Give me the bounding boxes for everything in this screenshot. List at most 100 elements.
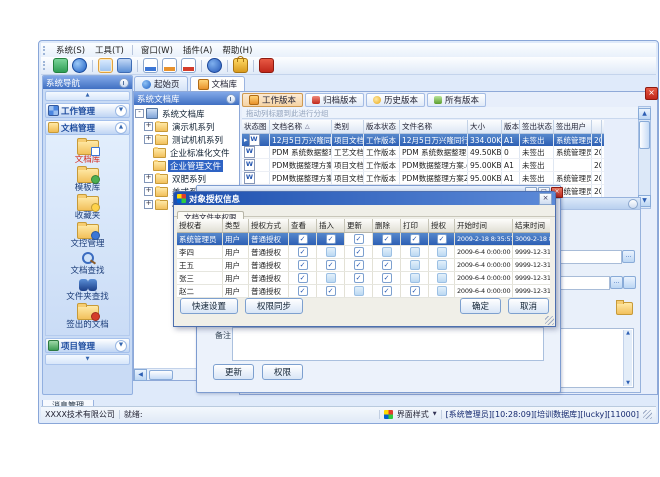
- folder-open-icon[interactable]: [98, 58, 113, 73]
- sidebar-item-文档库[interactable]: 文档库: [46, 140, 129, 165]
- tree-root[interactable]: -系统文档库: [135, 107, 238, 120]
- sidebar-group-工作管理[interactable]: 工作管理▼: [45, 103, 130, 118]
- doc-mail-icon[interactable]: [162, 58, 177, 73]
- ellipsis-button[interactable]: …: [622, 250, 635, 263]
- column-header-签出用户[interactable]: 签出用户: [554, 120, 592, 133]
- checkbox-checked[interactable]: ✓: [298, 286, 308, 296]
- panel-menu-button[interactable]: [628, 199, 638, 209]
- column-header-版本号[interactable]: 版本号: [502, 120, 520, 133]
- chevron-down-icon[interactable]: ▼: [433, 411, 437, 417]
- checkbox-checked[interactable]: ✓: [326, 234, 336, 244]
- pin-icon[interactable]: [119, 78, 129, 88]
- column-header-类别[interactable]: 类别: [332, 120, 364, 133]
- permission-button[interactable]: 权限: [262, 364, 303, 380]
- attribute-field-2[interactable]: [558, 276, 610, 290]
- close-tab-button[interactable]: ×: [645, 87, 658, 100]
- lock-icon[interactable]: [233, 58, 248, 73]
- checkbox-checked[interactable]: ✓: [354, 247, 364, 257]
- sidebar-group-项目管理[interactable]: 项目管理▼: [45, 338, 130, 353]
- expander-icon[interactable]: -: [135, 109, 144, 118]
- tree-item-测试机机系列[interactable]: +测试机机系列: [135, 133, 238, 146]
- table-row[interactable]: WPDM数据整理方案.doc项目文档工作版本PDM数据整理方案.doc95.00…: [242, 159, 604, 172]
- checkbox-unchecked[interactable]: [410, 247, 420, 257]
- scroll-left-button[interactable]: ◀: [134, 369, 147, 381]
- sidebar-item-签出的文档[interactable]: 签出的文档: [46, 305, 129, 330]
- table-row[interactable]: WPDM 系统数据整理检...工艺文档工作版本PDM 系统数据整理...49.5…: [242, 146, 604, 159]
- pin-icon[interactable]: [226, 94, 236, 104]
- sidebar-item-模板库[interactable]: 模板库: [46, 168, 129, 193]
- table-vertical-scrollbar[interactable]: ▲ ▼: [638, 106, 651, 209]
- column-header-授权者[interactable]: 授权者: [177, 219, 223, 232]
- checkbox-checked[interactable]: ✓: [326, 286, 336, 296]
- tree-item-企业管理文件[interactable]: 企业管理文件: [135, 159, 238, 172]
- menu-item-3[interactable]: 窗口(W): [136, 44, 178, 56]
- expander-icon[interactable]: +: [144, 187, 153, 196]
- column-header-授权方式[interactable]: 授权方式: [249, 219, 289, 232]
- scrollbar-thumb[interactable]: [149, 370, 173, 380]
- permission-row[interactable]: 张三用户普通授权✓✓✓2009-6-4 0:00:009999-12-31 23…: [177, 272, 550, 285]
- dialog-close-button[interactable]: ×: [539, 193, 552, 205]
- checkbox-checked[interactable]: ✓: [326, 260, 336, 270]
- column-header-授权[interactable]: 授权: [429, 219, 455, 232]
- tree-item-演示机系列[interactable]: +演示机系列: [135, 120, 238, 133]
- checkbox-checked[interactable]: ✓: [382, 260, 392, 270]
- checkbox-unchecked[interactable]: [326, 247, 336, 257]
- column-header-文件名称[interactable]: 文件名称: [400, 120, 468, 133]
- permission-row[interactable]: 李四用户普通授权✓✓2009-6-4 0:00:009999-12-31 23:…: [177, 246, 550, 259]
- checkbox-unchecked[interactable]: [437, 247, 447, 257]
- checkbox-unchecked[interactable]: [326, 273, 336, 283]
- update-button[interactable]: 更新: [213, 364, 254, 380]
- checkbox-unchecked[interactable]: [437, 286, 447, 296]
- menu-item-1[interactable]: 系统(S): [51, 44, 90, 56]
- browse-folder-button[interactable]: [616, 302, 633, 315]
- checkbox-unchecked[interactable]: [410, 273, 420, 283]
- checkbox-checked[interactable]: ✓: [298, 247, 308, 257]
- dialog-titlebar[interactable]: 对象授权信息 ×: [174, 192, 555, 205]
- checkbox-checked[interactable]: ✓: [382, 286, 392, 296]
- ellipsis-button[interactable]: …: [610, 276, 623, 289]
- scroll-up-button[interactable]: ▲: [638, 108, 651, 120]
- description-textarea[interactable]: ▲▼: [558, 328, 634, 388]
- table-row[interactable]: WPDM数据整理方案2.doc项目文档工作版本PDM数据整理方案2.doc95.…: [242, 172, 604, 185]
- chevron-down-icon[interactable]: ▼: [115, 340, 127, 352]
- checkbox-checked[interactable]: ✓: [298, 234, 308, 244]
- column-header-插入[interactable]: 插入: [317, 219, 345, 232]
- version-tab-所有版本[interactable]: 所有版本: [427, 93, 486, 107]
- column-header-删除[interactable]: 删除: [373, 219, 401, 232]
- sidebar-item-文件夹查找[interactable]: 文件夹查找: [46, 279, 129, 302]
- checkbox-checked[interactable]: ✓: [298, 260, 308, 270]
- expander-icon[interactable]: +: [144, 135, 153, 144]
- remark-textarea[interactable]: [232, 327, 544, 361]
- expander-icon[interactable]: +: [144, 200, 153, 209]
- column-header-查看[interactable]: 查看: [289, 219, 317, 232]
- sidebar-group-文档管理[interactable]: 文档管理▲: [45, 120, 130, 135]
- doc-report-icon[interactable]: [181, 58, 196, 73]
- column-header-类型[interactable]: 类型: [223, 219, 249, 232]
- column-header-大小[interactable]: 大小: [468, 120, 502, 133]
- help-icon[interactable]: [207, 58, 222, 73]
- column-header-开始时间[interactable]: 开始时间: [455, 219, 513, 232]
- chevron-up-icon[interactable]: ▲: [115, 122, 127, 134]
- checkbox-unchecked[interactable]: [382, 247, 392, 257]
- exit-icon[interactable]: [259, 58, 274, 73]
- chevron-down-icon[interactable]: ▼: [115, 105, 127, 117]
- menu-item-4[interactable]: 插件(A): [178, 44, 217, 56]
- checkbox-unchecked[interactable]: [437, 260, 447, 270]
- menu-item-2[interactable]: 工具(T): [90, 44, 129, 56]
- permission-row[interactable]: 王五用户普通授权✓✓✓✓2009-6-4 0:00:009999-12-31 2…: [177, 259, 550, 272]
- expander-icon[interactable]: +: [144, 174, 153, 183]
- sidebar-item-收藏夹[interactable]: 收藏夹: [46, 196, 129, 221]
- attribute-field-1[interactable]: [558, 250, 622, 264]
- menu-item-5[interactable]: 帮助(H): [217, 44, 257, 56]
- column-header-打印[interactable]: 打印: [401, 219, 429, 232]
- drag-grip[interactable]: [43, 46, 47, 55]
- tab-起始页[interactable]: 起始页: [134, 76, 188, 91]
- sidebar-item-文档查找[interactable]: 文档查找: [46, 252, 129, 276]
- ok-button[interactable]: 确定: [460, 298, 501, 314]
- checkbox-checked[interactable]: ✓: [410, 234, 420, 244]
- tree-item-双肥系列[interactable]: +双肥系列: [135, 172, 238, 185]
- checkbox-checked[interactable]: ✓: [354, 260, 364, 270]
- interface-style-label[interactable]: 界面样式: [397, 409, 429, 420]
- expander-icon[interactable]: +: [144, 122, 153, 131]
- resize-grip[interactable]: [643, 410, 652, 419]
